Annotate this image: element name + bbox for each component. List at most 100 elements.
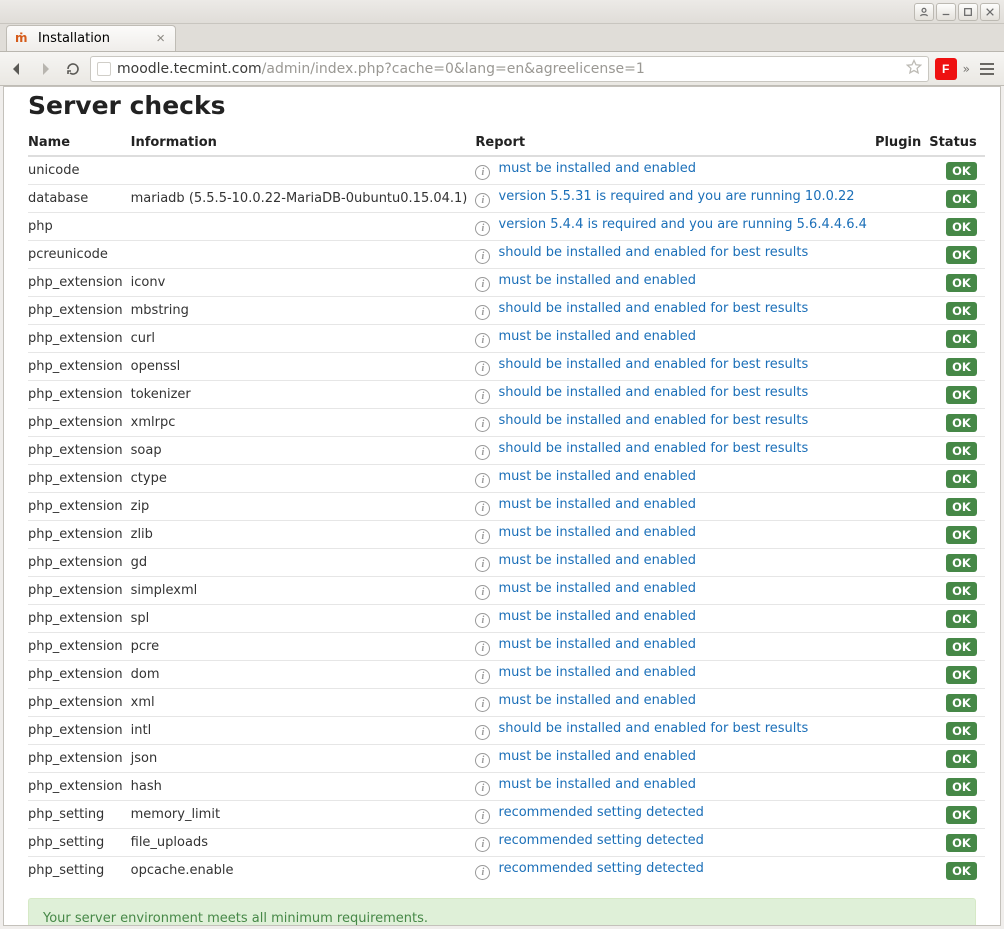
info-icon[interactable]: i	[475, 333, 490, 348]
cell-status: OK	[929, 857, 985, 885]
table-row: php_extensioniconvi must be installed an…	[28, 269, 985, 297]
browser-menu-button[interactable]	[976, 58, 998, 80]
table-row: php_extensionmbstringi should be install…	[28, 297, 985, 325]
cell-plugin	[875, 241, 929, 269]
report-link[interactable]: should be installed and enabled for best…	[499, 721, 809, 736]
cell-report: i should be installed and enabled for be…	[475, 297, 875, 325]
report-link[interactable]: must be installed and enabled	[499, 469, 697, 484]
cell-status: OK	[929, 661, 985, 689]
info-icon[interactable]: i	[475, 669, 490, 684]
report-link[interactable]: must be installed and enabled	[499, 497, 697, 512]
info-icon[interactable]: i	[475, 697, 490, 712]
report-link[interactable]: must be installed and enabled	[499, 329, 697, 344]
table-row: databasemariadb (5.5.5-10.0.22-MariaDB-0…	[28, 185, 985, 213]
report-link[interactable]: should be installed and enabled for best…	[499, 413, 809, 428]
cell-report: i should be installed and enabled for be…	[475, 409, 875, 437]
user-menu-button[interactable]	[914, 3, 934, 21]
col-status: Status	[929, 130, 985, 156]
cell-information: zlib	[131, 521, 476, 549]
report-link[interactable]: must be installed and enabled	[499, 749, 697, 764]
info-icon[interactable]: i	[475, 585, 490, 600]
report-link[interactable]: must be installed and enabled	[499, 553, 697, 568]
info-icon[interactable]: i	[475, 781, 490, 796]
report-link[interactable]: must be installed and enabled	[499, 273, 697, 288]
info-icon[interactable]: i	[475, 193, 490, 208]
close-window-button[interactable]	[980, 3, 1000, 21]
back-button[interactable]	[6, 58, 28, 80]
status-badge: OK	[946, 498, 977, 516]
info-icon[interactable]: i	[475, 557, 490, 572]
info-icon[interactable]: i	[475, 641, 490, 656]
report-link[interactable]: recommended setting detected	[499, 833, 704, 848]
status-badge: OK	[946, 386, 977, 404]
info-icon[interactable]: i	[475, 389, 490, 404]
info-icon[interactable]: i	[475, 501, 490, 516]
info-icon[interactable]: i	[475, 277, 490, 292]
cell-name: php_extension	[28, 521, 131, 549]
report-link[interactable]: must be installed and enabled	[499, 777, 697, 792]
info-icon[interactable]: i	[475, 837, 490, 852]
info-icon[interactable]: i	[475, 305, 490, 320]
cell-plugin	[875, 465, 929, 493]
report-link[interactable]: must be installed and enabled	[499, 525, 697, 540]
reload-button[interactable]	[62, 58, 84, 80]
tab-close-icon[interactable]: ×	[156, 31, 165, 46]
cell-name: php_extension	[28, 465, 131, 493]
info-icon[interactable]: i	[475, 165, 490, 180]
bookmark-star-icon[interactable]	[906, 59, 922, 79]
forward-button[interactable]	[34, 58, 56, 80]
flipboard-extension-button[interactable]: F	[935, 58, 957, 80]
info-icon[interactable]: i	[475, 529, 490, 544]
cell-information	[131, 156, 476, 185]
info-icon[interactable]: i	[475, 361, 490, 376]
table-row: php_extensionctypei must be installed an…	[28, 465, 985, 493]
info-icon[interactable]: i	[475, 445, 490, 460]
cell-information	[131, 241, 476, 269]
cell-plugin	[875, 325, 929, 353]
col-information: Information	[131, 130, 476, 156]
minimize-button[interactable]	[936, 3, 956, 21]
info-icon[interactable]: i	[475, 249, 490, 264]
maximize-button[interactable]	[958, 3, 978, 21]
info-icon[interactable]: i	[475, 725, 490, 740]
report-link[interactable]: version 5.4.4 is required and you are ru…	[499, 217, 867, 232]
cell-report: i recommended setting detected	[475, 857, 875, 885]
info-icon[interactable]: i	[475, 613, 490, 628]
address-bar[interactable]: moodle.tecmint.com/admin/index.php?cache…	[90, 56, 929, 82]
info-icon[interactable]: i	[475, 221, 490, 236]
page-viewport[interactable]: Server checks Name Information Report Pl…	[3, 86, 1001, 926]
browser-tab-active[interactable]: ṁ Installation ×	[6, 25, 176, 51]
report-link[interactable]: should be installed and enabled for best…	[499, 357, 809, 372]
report-link[interactable]: should be installed and enabled for best…	[499, 441, 809, 456]
report-link[interactable]: version 5.5.31 is required and you are r…	[499, 189, 855, 204]
info-icon[interactable]: i	[475, 417, 490, 432]
report-link[interactable]: recommended setting detected	[499, 805, 704, 820]
info-icon[interactable]: i	[475, 865, 490, 880]
cell-plugin	[875, 829, 929, 857]
report-link[interactable]: should be installed and enabled for best…	[499, 301, 809, 316]
info-icon[interactable]: i	[475, 753, 490, 768]
cell-name: php_setting	[28, 801, 131, 829]
report-link[interactable]: must be installed and enabled	[499, 161, 697, 176]
cell-name: unicode	[28, 156, 131, 185]
cell-name: php_extension	[28, 577, 131, 605]
report-link[interactable]: must be installed and enabled	[499, 637, 697, 652]
cell-report: i must be installed and enabled	[475, 156, 875, 185]
status-badge: OK	[946, 750, 977, 768]
window-titlebar	[0, 0, 1004, 24]
report-link[interactable]: must be installed and enabled	[499, 581, 697, 596]
col-name: Name	[28, 130, 131, 156]
report-link[interactable]: must be installed and enabled	[499, 693, 697, 708]
report-link[interactable]: should be installed and enabled for best…	[499, 245, 809, 260]
report-link[interactable]: should be installed and enabled for best…	[499, 385, 809, 400]
info-icon[interactable]: i	[475, 809, 490, 824]
report-link[interactable]: recommended setting detected	[499, 861, 704, 876]
cell-status: OK	[929, 297, 985, 325]
info-icon[interactable]: i	[475, 473, 490, 488]
cell-name: php_extension	[28, 297, 131, 325]
page-title: Server checks	[28, 91, 976, 120]
report-link[interactable]: must be installed and enabled	[499, 665, 697, 680]
extension-overflow-icon[interactable]: »	[963, 62, 970, 76]
report-link[interactable]: must be installed and enabled	[499, 609, 697, 624]
cell-plugin	[875, 409, 929, 437]
